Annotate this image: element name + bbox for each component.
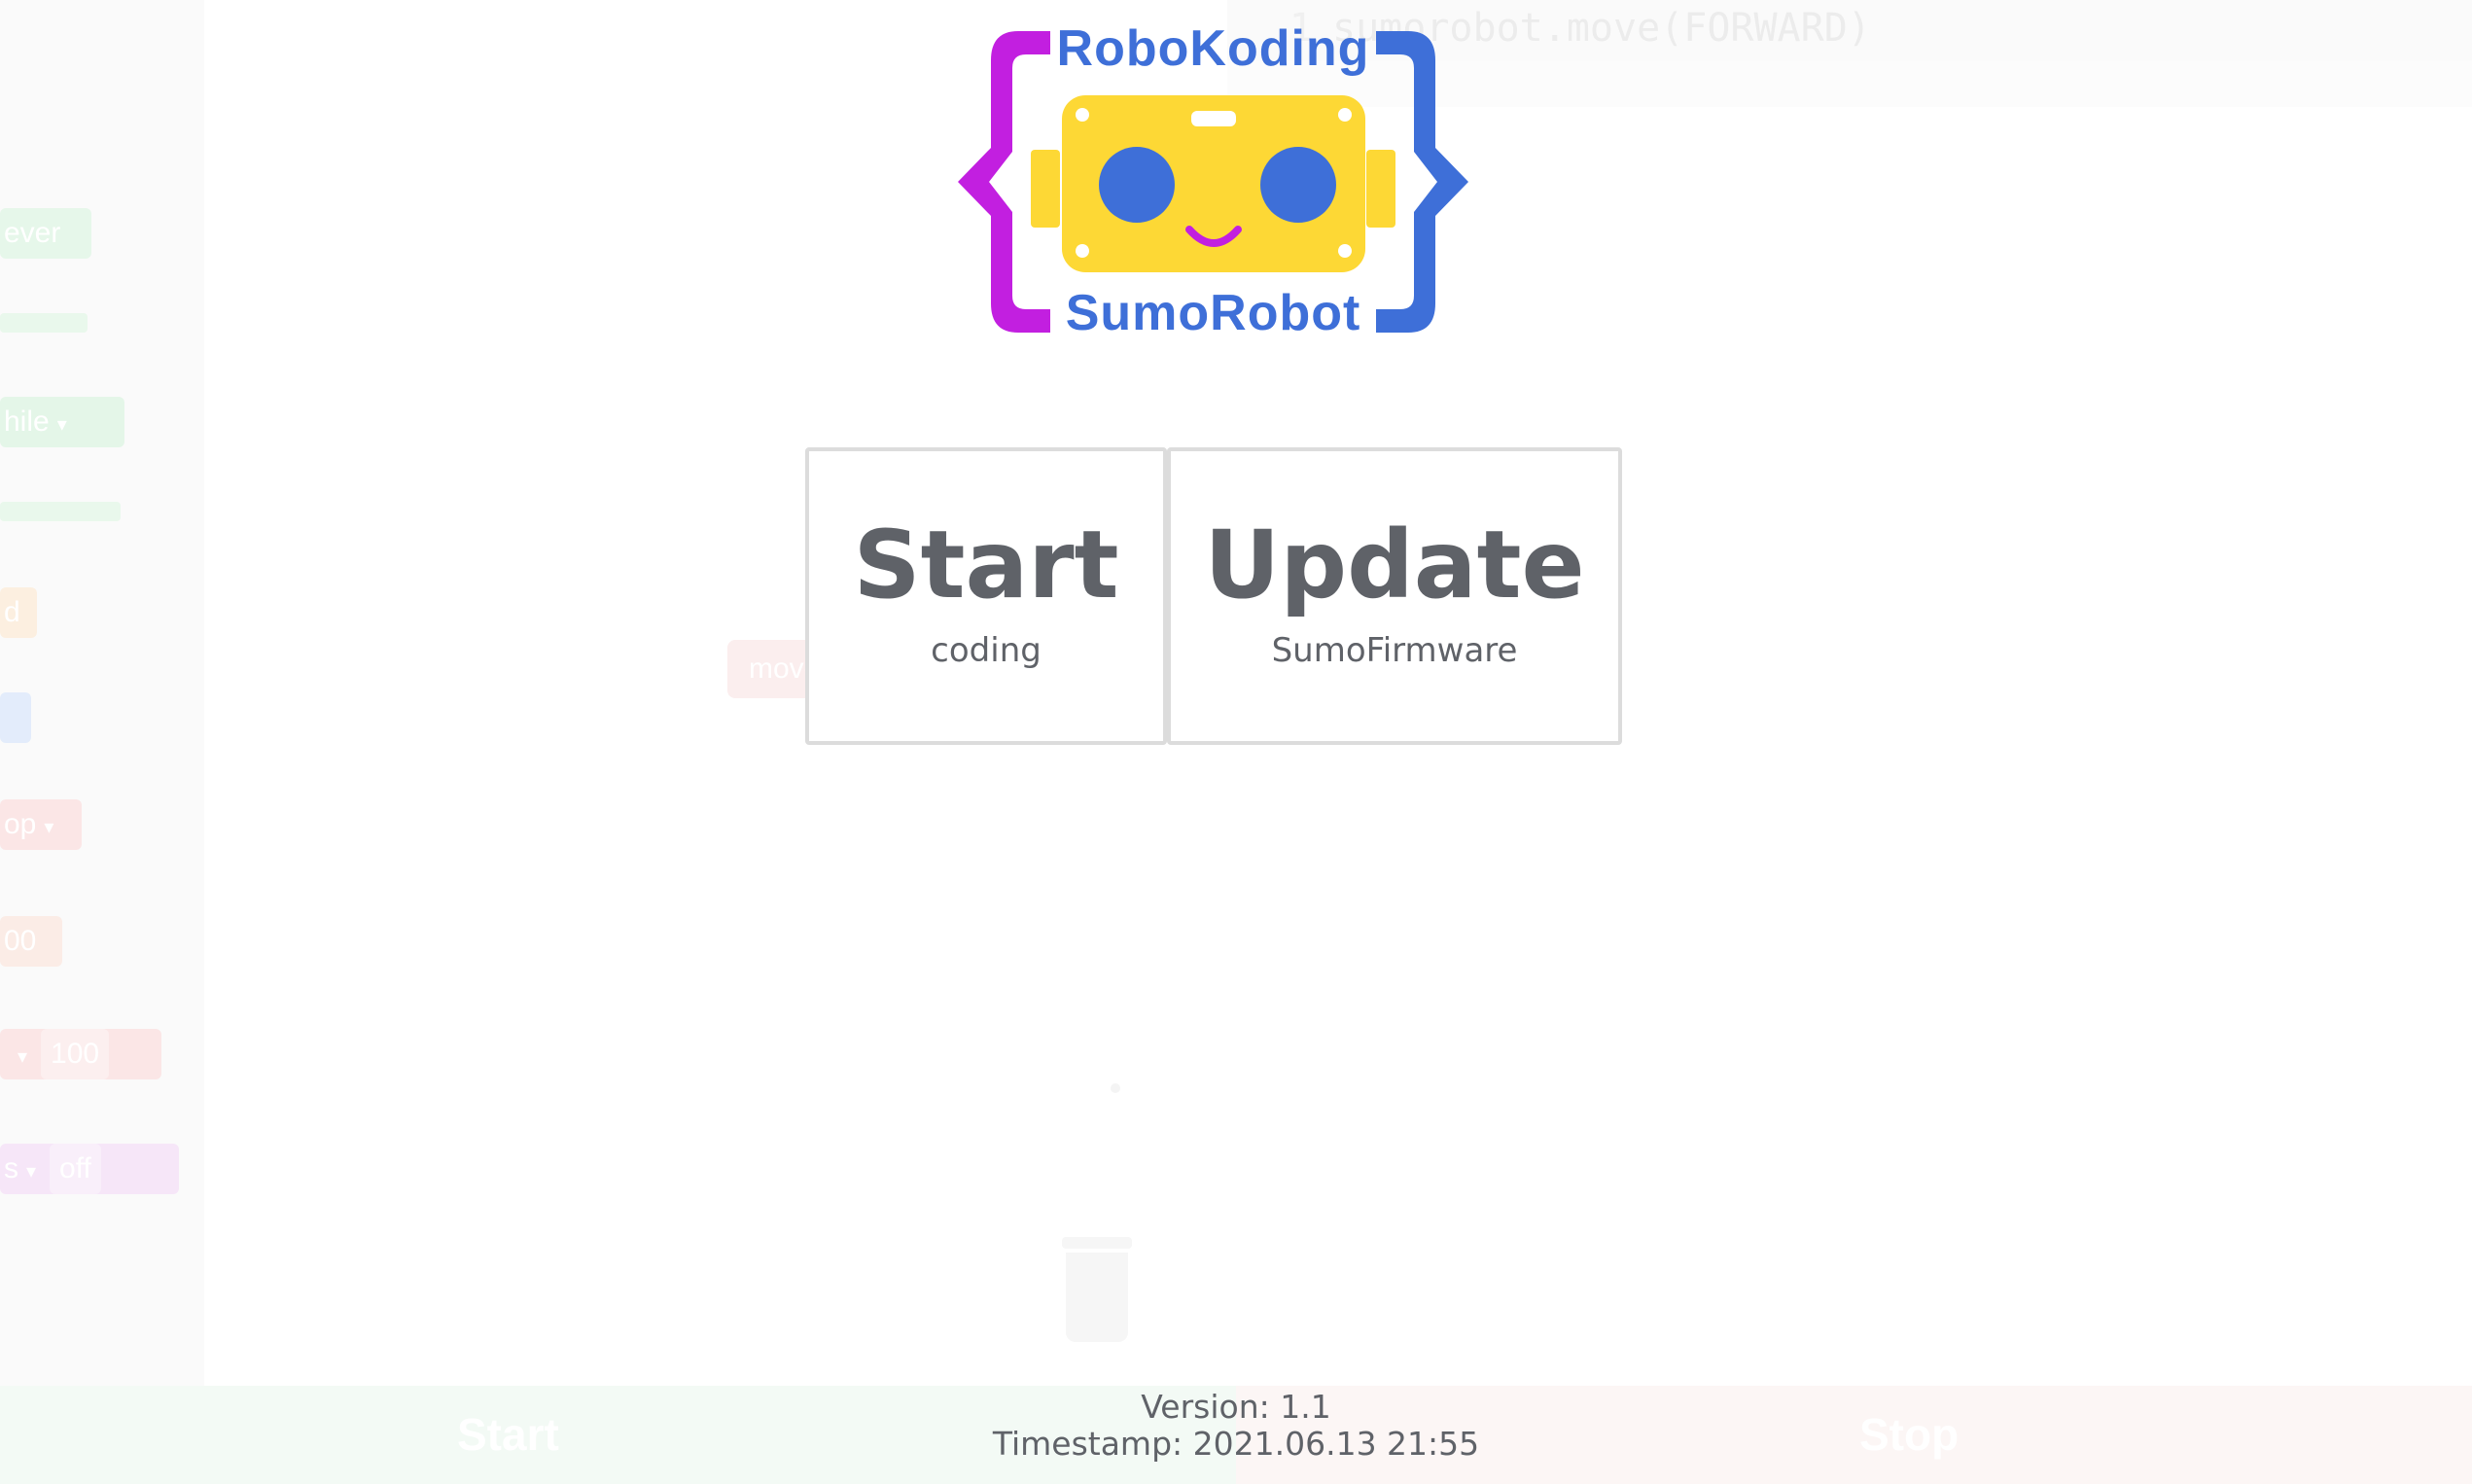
toolbox-block-label: op xyxy=(4,808,37,840)
toolbox-block-dropdown-arrow: ▾ xyxy=(18,1046,28,1068)
start-coding-button[interactable]: Start coding xyxy=(805,447,1167,745)
robot-bolt xyxy=(1338,244,1352,258)
toolbox-block-if: d xyxy=(0,587,37,638)
trash-can-icon xyxy=(1066,1253,1128,1342)
logo-title-robokoding: RoboKoding xyxy=(1056,20,1370,77)
toolbox-block-strip xyxy=(0,502,121,521)
toolbox-block-label: 00 xyxy=(4,925,37,957)
update-firmware-title: Update xyxy=(1204,511,1585,619)
start-coding-title: Start xyxy=(853,511,1119,619)
version-text: Version: 1.1 xyxy=(1141,1388,1331,1426)
robot-bolt xyxy=(1076,244,1089,258)
toolbox-block-label: ever xyxy=(4,217,61,249)
robot-bolt xyxy=(1338,108,1352,122)
robot-bolt xyxy=(1076,108,1089,122)
toolbox-block-dropdown-arrow: ▾ xyxy=(44,817,54,838)
update-firmware-button[interactable]: Update SumoFirmware xyxy=(1167,447,1622,745)
toolbox-block-dropdown-arrow: ▾ xyxy=(26,1161,37,1183)
robot-ear-right xyxy=(1366,150,1395,228)
timestamp-text: Timestamp: 2021.06.13 21:55 xyxy=(992,1425,1480,1463)
toolbox-block-stop: op ▾ xyxy=(0,799,82,850)
start-coding-subtitle: coding xyxy=(931,631,1042,670)
toolbox-block-while: hile ▾ xyxy=(0,397,124,447)
toolbox-block-strip xyxy=(0,313,88,333)
robot-eye-right xyxy=(1260,147,1336,223)
toolbox-block-slot: 100 xyxy=(41,1029,110,1079)
toolbox-block-label: s xyxy=(4,1152,18,1184)
toolbox-block-speed: ▾ 100 xyxy=(0,1029,161,1079)
toolbox-block-sleep: 00 xyxy=(0,916,62,967)
toolbox-block-label: d xyxy=(4,596,20,628)
toolbox-block-forever: ever xyxy=(0,208,91,259)
toolbox-block-slot: off xyxy=(50,1144,101,1194)
robot-eye-left xyxy=(1099,147,1175,223)
trash-can-lid-icon xyxy=(1062,1237,1132,1249)
toolbox-block-sensor xyxy=(0,692,31,743)
robot-ear-left xyxy=(1031,150,1060,228)
workspace-center-dot xyxy=(1111,1083,1120,1093)
toolbox-block-label: hile xyxy=(4,406,50,438)
toolbox-block-led: s ▾ off xyxy=(0,1144,179,1194)
robokoding-sumorobot-logo: RoboKoding SumoRobot xyxy=(958,21,1468,342)
toolbox-block-dropdown-arrow: ▾ xyxy=(56,414,67,436)
update-firmware-subtitle: SumoFirmware xyxy=(1271,631,1518,670)
robot-mouth-slot xyxy=(1191,111,1236,126)
logo-title-sumorobot: SumoRobot xyxy=(1065,285,1361,341)
